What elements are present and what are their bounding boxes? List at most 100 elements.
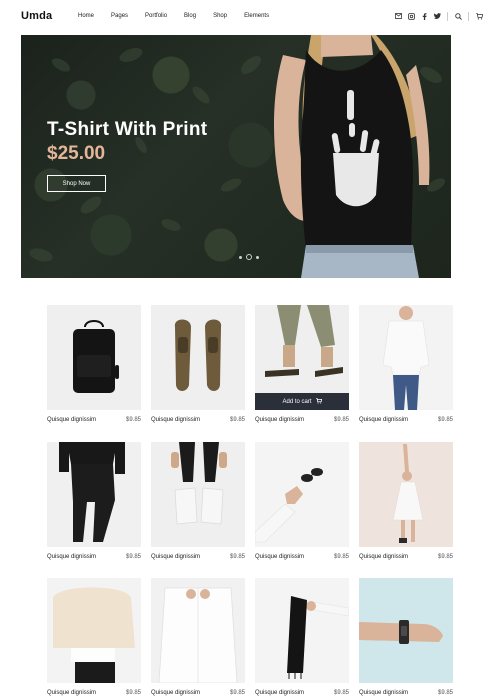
add-to-cart-label: Add to cart [282, 398, 312, 405]
product-card[interactable]: Add to cart Quisque dignissim $9.85 [255, 305, 349, 423]
product-name[interactable]: Quisque dignissim [47, 417, 96, 423]
product-image[interactable] [359, 578, 453, 683]
product-price: $9.85 [125, 417, 141, 423]
product-card[interactable]: Quisque dignissim $9.85 [47, 442, 141, 560]
product-meta: Quisque dignissim $9.85 [47, 690, 141, 696]
cream-sweater-image [53, 587, 135, 683]
main-nav: Home Pages Portfolio Blog Shop Elements [78, 13, 286, 19]
product-meta: Quisque dignissim $9.85 [255, 690, 349, 696]
cart-icon [315, 397, 322, 406]
product-image[interactable] [47, 442, 141, 547]
shoes-image [174, 319, 222, 391]
sneakers-image [171, 442, 227, 525]
nav-item-shop[interactable]: Shop [213, 13, 227, 19]
backpack-image [73, 320, 119, 393]
product-image[interactable] [359, 305, 453, 410]
search-icon[interactable] [454, 11, 462, 21]
header-icons [389, 11, 483, 21]
nav-item-pages[interactable]: Pages [111, 13, 128, 19]
product-meta: Quisque dignissim $9.85 [359, 417, 453, 423]
divider [447, 11, 448, 21]
product-price: $9.85 [437, 417, 453, 423]
hero-price: $25.00 [47, 143, 106, 164]
product-card[interactable]: Quisque dignissim $9.85 [359, 578, 453, 696]
nav-item-home[interactable]: Home [78, 13, 94, 19]
product-image[interactable] [47, 578, 141, 683]
product-card[interactable]: Quisque dignissim $9.85 [151, 578, 245, 696]
product-card[interactable]: Quisque dignissim $9.85 [255, 578, 349, 696]
product-meta: Quisque dignissim $9.85 [151, 690, 245, 696]
product-meta: Quisque dignissim $9.85 [47, 417, 141, 423]
shop-now-button[interactable]: Shop Now [47, 175, 106, 192]
product-name[interactable]: Quisque dignissim [47, 554, 96, 560]
facebook-icon[interactable] [420, 11, 428, 21]
product-name[interactable]: Quisque dignissim [151, 417, 200, 423]
cart-icon[interactable] [475, 11, 483, 21]
product-meta: Quisque dignissim $9.85 [255, 554, 349, 560]
product-meta: Quisque dignissim $9.85 [47, 554, 141, 560]
product-name[interactable]: Quisque dignissim [255, 554, 304, 560]
product-price: $9.85 [229, 554, 245, 560]
nav-item-blog[interactable]: Blog [184, 13, 196, 19]
nav-item-portfolio[interactable]: Portfolio [145, 13, 167, 19]
hero-title: T-Shirt With Print [47, 119, 208, 140]
logo[interactable]: Umda [21, 10, 52, 22]
product-name[interactable]: Quisque dignissim [359, 690, 408, 696]
product-name[interactable]: Quisque dignissim [255, 417, 304, 423]
wrist-watch-image [359, 620, 443, 644]
site-header: Umda Home Pages Portfolio Blog Shop Elem… [0, 0, 500, 35]
white-shirt-image [158, 587, 238, 683]
product-price: $9.85 [437, 554, 453, 560]
product-meta: Quisque dignissim $9.85 [151, 417, 245, 423]
product-price: $9.85 [333, 690, 349, 696]
white-dress-image [392, 444, 424, 543]
sweater-jeans-image [382, 306, 430, 410]
product-meta: Quisque dignissim $9.85 [151, 554, 245, 560]
product-name[interactable]: Quisque dignissim [359, 417, 408, 423]
slider-dot-active[interactable] [246, 254, 252, 260]
product-name[interactable]: Quisque dignissim [255, 690, 304, 696]
product-price: $9.85 [333, 417, 349, 423]
product-image[interactable] [359, 442, 453, 547]
product-name[interactable]: Quisque dignissim [47, 690, 96, 696]
product-image[interactable] [151, 305, 245, 410]
product-card[interactable]: Quisque dignissim $9.85 [47, 305, 141, 423]
product-image[interactable] [151, 442, 245, 547]
add-to-cart-button[interactable]: Add to cart [255, 393, 349, 410]
product-meta: Quisque dignissim $9.85 [359, 554, 453, 560]
product-price: $9.85 [125, 554, 141, 560]
product-image[interactable] [47, 305, 141, 410]
product-image[interactable] [255, 442, 349, 547]
product-card[interactable]: Quisque dignissim $9.85 [47, 578, 141, 696]
slider-dot[interactable] [239, 255, 242, 259]
slider-dot[interactable] [256, 255, 259, 259]
product-card[interactable]: Quisque dignissim $9.85 [359, 305, 453, 423]
product-card[interactable]: Quisque dignissim $9.85 [151, 442, 245, 560]
product-card[interactable]: Quisque dignissim $9.85 [359, 442, 453, 560]
product-price: $9.85 [229, 417, 245, 423]
product-meta: Quisque dignissim $9.85 [359, 690, 453, 696]
divider [468, 11, 469, 21]
product-price: $9.85 [333, 554, 349, 560]
product-name[interactable]: Quisque dignissim [151, 554, 200, 560]
instagram-icon[interactable] [407, 11, 415, 21]
product-card[interactable]: Quisque dignissim $9.85 [151, 305, 245, 423]
black-scarf-image [287, 596, 349, 679]
product-name[interactable]: Quisque dignissim [151, 690, 200, 696]
mail-icon[interactable] [394, 11, 402, 21]
hero-banner: T-Shirt With Print $25.00 Shop Now [21, 35, 451, 278]
product-price: $9.85 [229, 690, 245, 696]
twitter-icon[interactable] [433, 11, 441, 21]
nav-item-elements[interactable]: Elements [244, 13, 269, 19]
product-price: $9.85 [125, 690, 141, 696]
sunglasses-image [255, 468, 323, 543]
product-image[interactable]: Add to cart [255, 305, 349, 410]
product-card[interactable]: Quisque dignissim $9.85 [255, 442, 349, 560]
product-name[interactable]: Quisque dignissim [359, 554, 408, 560]
product-meta: Quisque dignissim $9.85 [255, 417, 349, 423]
product-price: $9.85 [437, 690, 453, 696]
product-image[interactable] [151, 578, 245, 683]
product-image[interactable] [255, 578, 349, 683]
black-outfit-image [59, 442, 125, 542]
slider-dots [239, 254, 259, 260]
